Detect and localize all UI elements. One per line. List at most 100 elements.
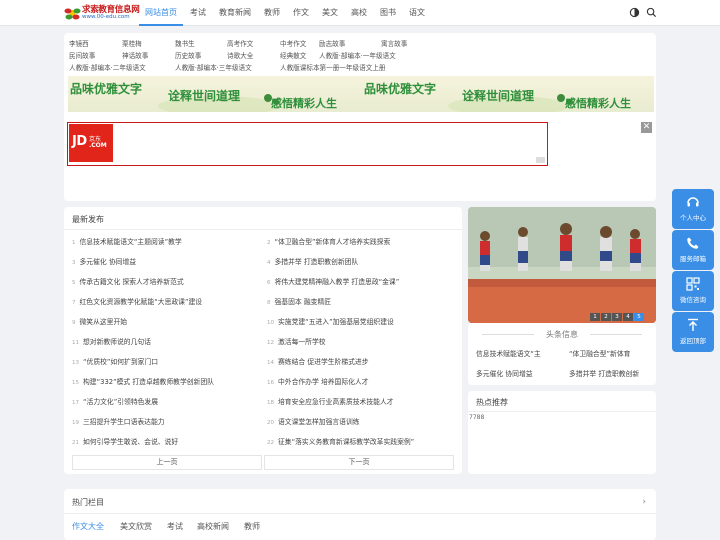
post-number: 14 (267, 360, 274, 366)
post-item[interactable]: 6 将伟大建党精神融入教学 打造思政“金课” (267, 276, 399, 286)
headline-item[interactable]: “体卫融合型”新体育 (569, 348, 630, 358)
prev-page-button[interactable]: 上一页 (72, 455, 262, 470)
post-item[interactable]: 9 微笑从这里开始 (72, 316, 127, 326)
nav-university[interactable]: 高校 (345, 0, 373, 26)
column-tab-active[interactable]: 作文大全 (72, 521, 104, 532)
tag-item[interactable]: 寓言故事 (381, 38, 407, 48)
post-item[interactable]: 16 中外合作办学 培养国际化人才 (267, 376, 369, 386)
next-page-button[interactable]: 下一页 (264, 455, 454, 470)
headlines-panel: 头条信息 信息技术赋能语文“主 “体卫融合型”新体育 多元催化 协同增益 多措并… (468, 323, 656, 385)
ad-close-button[interactable]: ✕ (641, 122, 652, 133)
tag-item[interactable]: 人教版·部编本·三年级语文 (175, 62, 252, 72)
post-item[interactable]: 21 如何引导学生敢说、会说、说好 (72, 436, 178, 446)
hot-value: 7788 (469, 414, 485, 421)
search-icon[interactable] (646, 7, 657, 18)
post-number: 11 (72, 340, 79, 346)
nav-chinese[interactable]: 语文 (403, 0, 431, 26)
banner-phrase: 感悟精彩人生 (271, 97, 337, 110)
tag-item[interactable]: 诗歌大全 (227, 50, 253, 60)
back-to-top-button[interactable]: 返回顶部 (672, 312, 714, 352)
post-item[interactable]: 20 语文课堂怎样加强言语训练 (267, 416, 360, 426)
post-item[interactable]: 7 红色文化资源教学化赋能“大思政课”建设 (72, 296, 202, 306)
tag-item[interactable]: 神话故事 (122, 50, 148, 60)
column-tab[interactable]: 高校新闻 (197, 521, 229, 532)
photo-slider[interactable]: 1 2 3 4 5 (468, 207, 656, 323)
post-item[interactable]: 8 强基固本 融变精匠 (267, 296, 331, 306)
post-number: 13 (72, 360, 79, 366)
tag-item[interactable]: 人教版·部编本·二年级语文 (69, 62, 146, 72)
tag-item[interactable]: 魏书生 (175, 38, 195, 48)
slider-dot-active[interactable]: 5 (634, 313, 644, 321)
post-item[interactable]: 12 激活每一所学校 (267, 336, 326, 346)
post-number: 20 (267, 420, 274, 426)
post-number: 16 (267, 380, 274, 386)
divider (590, 334, 642, 335)
post-title: “活力文化”引领特色发展 (83, 398, 159, 406)
ad-info-icon[interactable] (536, 157, 545, 163)
slider-dot[interactable]: 4 (623, 313, 633, 321)
column-tab[interactable]: 美文欣赏 (120, 521, 152, 532)
post-item[interactable]: 17 “活力文化”引领特色发展 (72, 396, 158, 406)
nav-teacher[interactable]: 教师 (258, 0, 286, 26)
post-item[interactable]: 3 多元催化 协同增益 (72, 256, 136, 266)
nav-exam[interactable]: 考试 (184, 0, 212, 26)
nav-prose[interactable]: 美文 (316, 0, 344, 26)
post-title: 想对新教师说的几句话 (83, 338, 151, 346)
section-title: 热点推荐 (476, 398, 508, 407)
post-item[interactable]: 18 培育安全应急行业高素质技术技能人才 (267, 396, 394, 406)
main-nav: 网站首页 考试 教育新闻 教师 作文 美文 高校 图书 语文 (139, 0, 432, 26)
headset-icon (687, 197, 699, 207)
tag-item[interactable]: 中考作文 (280, 38, 306, 48)
column-tab[interactable]: 教师 (244, 521, 260, 532)
tag-item[interactable]: 励志故事 (319, 38, 345, 48)
post-item[interactable]: 2 “体卫融合型”新体育人才培养实践探索 (267, 236, 390, 246)
slider-dot[interactable]: 3 (612, 313, 622, 321)
post-title: 信息技术赋能语文“主题阅读”教学 (79, 238, 182, 246)
post-item[interactable]: 11 想对新教师说的几句话 (72, 336, 151, 346)
divider (468, 411, 656, 412)
theme-toggle-icon[interactable] (629, 7, 640, 18)
site-logo[interactable]: 求索教育信息网 www.00-edu.com (64, 3, 140, 22)
post-title: 强基固本 融变精匠 (274, 298, 332, 306)
tag-item[interactable]: 历史故事 (175, 50, 201, 60)
nav-edu-news[interactable]: 教育新闻 (213, 0, 257, 26)
slider-dot[interactable]: 1 (590, 313, 600, 321)
slider-dot[interactable]: 2 (601, 313, 611, 321)
headline-item[interactable]: 信息技术赋能语文“主 (476, 348, 541, 358)
post-item[interactable]: 14 赛练结合 促进学生阶梯式进步 (267, 356, 369, 366)
post-number: 3 (72, 260, 76, 266)
post-number: 9 (72, 320, 76, 326)
post-item[interactable]: 15 构建“332”模式 打造卓越教师教学创新团队 (72, 376, 214, 386)
service-mail-button[interactable]: 服务邮箱 (672, 230, 714, 270)
post-item[interactable]: 5 传承古籍文化 探索人才培养新范式 (72, 276, 184, 286)
tag-item[interactable]: 栗桂梅 (122, 38, 142, 48)
chevron-right-icon[interactable]: › (642, 497, 646, 507)
post-item[interactable]: 10 实施党建“五进入”加强基层党组织建设 (267, 316, 394, 326)
post-item[interactable]: 4 多措并举 打造职教创新团队 (267, 256, 358, 266)
column-tab[interactable]: 考试 (167, 521, 183, 532)
tag-item[interactable]: 李镜西 (69, 38, 89, 48)
headline-item[interactable]: 多措并举 打造职教创新 (569, 368, 639, 378)
post-item[interactable]: 19 三招提升学生口语表达能力 (72, 416, 165, 426)
tag-item[interactable]: 人教版课标本第一册一年级语文上册 (280, 62, 386, 72)
nav-books[interactable]: 图书 (374, 0, 402, 26)
post-title: 传承古籍文化 探索人才培养新范式 (79, 278, 184, 286)
post-item[interactable]: 22 征集“落实义务教育新课标教学改革实践案例” (267, 436, 414, 446)
slogan-banner[interactable]: 品味优雅文字 诠释世间道理 感悟精彩人生 品味优雅文字 诠释世间道理 感悟精彩人… (68, 76, 654, 112)
tag-item[interactable]: 高考作文 (227, 38, 253, 48)
tag-item[interactable]: 民间故事 (69, 50, 95, 60)
latest-posts-panel: 最新发布 1 信息技术赋能语文“主题阅读”教学 2 “体卫融合型”新体育人才培养实践探… (64, 207, 462, 474)
flower-logo-icon (64, 8, 81, 20)
top-header: 求索教育信息网 www.00-edu.com 网站首页 考试 教育新闻 教师 作… (0, 0, 720, 26)
jd-ad[interactable]: JD 京东 .COM (67, 122, 548, 166)
nav-home[interactable]: 网站首页 (139, 0, 183, 26)
post-title: 如何引导学生敢说、会说、说好 (83, 438, 179, 446)
post-item[interactable]: 1 信息技术赋能语文“主题阅读”教学 (72, 236, 182, 246)
nav-composition[interactable]: 作文 (287, 0, 315, 26)
tag-item[interactable]: 经典散文 (280, 50, 306, 60)
tag-item[interactable]: 人教版·部编本·一年级语文 (319, 50, 396, 60)
post-item[interactable]: 13 “优质校”如何扩到家门口 (72, 356, 158, 366)
wechat-consult-button[interactable]: 微信咨询 (672, 271, 714, 311)
user-center-button[interactable]: 个人中心 (672, 189, 714, 229)
headline-item[interactable]: 多元催化 协同增益 (476, 368, 533, 378)
